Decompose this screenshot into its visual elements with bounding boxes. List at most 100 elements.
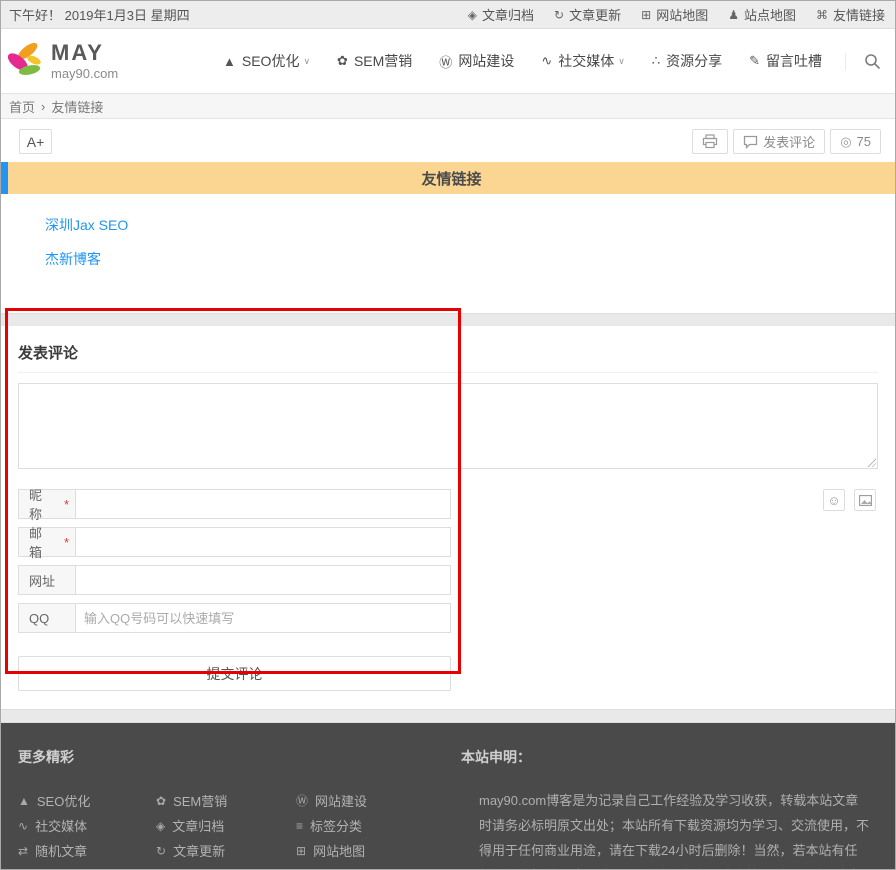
- footer-link-tags[interactable]: ≡ 标签分类: [296, 813, 446, 838]
- footer-link-sitemap[interactable]: ⊞ 网站地图: [296, 838, 446, 863]
- footer-notice-title: 本站申明：: [461, 747, 878, 767]
- nav-item-seo[interactable]: ▲ SEO优化 ∨: [223, 51, 310, 71]
- topbar: 下午好！ 2019年1月3日 星期四 ◈ 文章归档 ↻ 文章更新 ⊞ 网站地图 …: [1, 1, 895, 29]
- sitemap-icon: ⊞: [296, 844, 306, 858]
- field-label: 邮箱 *: [19, 528, 76, 556]
- post-comment-label: 发表评论: [763, 132, 815, 151]
- comment-form-fields: ☺ 昵称 * 邮箱 *: [18, 489, 878, 691]
- archive-icon: ◈: [156, 819, 165, 833]
- friend-link[interactable]: 深圳Jax SEO: [45, 215, 895, 235]
- website-input[interactable]: [76, 566, 450, 594]
- footer-link-label: 随机文章: [35, 841, 87, 860]
- sitemap-icon: ⊞: [641, 8, 651, 22]
- nav-item-share[interactable]: ∴ 资源分享: [652, 51, 722, 71]
- email-input[interactable]: [76, 528, 450, 556]
- footer-notice-text: may90.com博客是为记录自己工作经验及学习收获，转载本站文章时请务必标明原…: [479, 788, 869, 870]
- wordpress-icon: Ⓦ: [439, 52, 452, 71]
- footer-link-updates[interactable]: ↻ 文章更新: [156, 838, 296, 863]
- field-label-text: 网址: [29, 571, 55, 590]
- comment-textarea-wrap: [18, 383, 878, 469]
- nickname-input[interactable]: [76, 490, 450, 518]
- footer-link-label: 网站建设: [315, 791, 367, 810]
- footer-link-web-build[interactable]: Ⓦ 网站建设: [296, 788, 446, 813]
- section-divider: [1, 709, 895, 723]
- footer-link-label: 文章归档: [172, 816, 224, 835]
- comment-bubble-icon: [743, 135, 758, 149]
- share-nodes-icon: ∴: [652, 53, 660, 69]
- topbar-link-label: 友情链接: [833, 5, 885, 24]
- topbar-links: ◈ 文章归档 ↻ 文章更新 ⊞ 网站地图 ♟ 站点地图 ⌘ 友情链接: [468, 5, 885, 24]
- footer-link-sem[interactable]: ✿ SEM营销: [156, 788, 296, 813]
- bird-logo-icon: [7, 38, 43, 84]
- topbar-link-friend-links[interactable]: ⌘ 友情链接: [816, 5, 885, 24]
- smiley-icon: ☺: [827, 493, 840, 508]
- image-icon: [859, 495, 872, 506]
- section-divider: [1, 313, 895, 326]
- page-title: 友情链接: [421, 168, 481, 189]
- topbar-link-sitemap-xml[interactable]: ♟ 站点地图: [728, 5, 796, 24]
- submit-comment-button[interactable]: 提交评论: [18, 656, 451, 691]
- footer-link-label: 标签分类: [310, 816, 362, 835]
- friend-links-list: 深圳Jax SEO 杰新博客: [1, 194, 895, 269]
- footer-link-random[interactable]: ⇄ 随机文章: [18, 838, 156, 863]
- footer-more-title: 更多精彩: [18, 747, 461, 767]
- nav-label: 留言吐槽: [766, 51, 822, 71]
- print-button[interactable]: [692, 129, 728, 154]
- comment-form-title: 发表评论: [18, 342, 878, 373]
- social-wave-icon: ∿: [541, 53, 552, 69]
- search-button[interactable]: [845, 53, 881, 70]
- footer-links-block: 更多精彩 ▲ SEO优化 ✿ SEM营销 Ⓦ 网站建设 ∿ 社交媒体: [18, 747, 461, 870]
- nav-label: 资源分享: [666, 51, 722, 71]
- topbar-link-updates[interactable]: ↻ 文章更新: [554, 5, 621, 24]
- triangle-icon: ▲: [18, 794, 30, 808]
- topbar-link-sitemap[interactable]: ⊞ 网站地图: [641, 5, 708, 24]
- social-wave-icon: ∿: [18, 819, 28, 833]
- comment-textarea[interactable]: [18, 383, 878, 469]
- footer-link-seo[interactable]: ▲ SEO优化: [18, 788, 156, 813]
- emoji-button[interactable]: ☺: [823, 489, 845, 511]
- triangle-icon: ▲: [223, 54, 236, 69]
- breadcrumb-current: 友情链接: [51, 97, 103, 116]
- comment-section: 发表评论 ☺ 昵称 *: [1, 326, 895, 709]
- logo-text: MAY may90.com: [51, 41, 118, 80]
- eye-icon: ◎: [840, 134, 851, 150]
- footer-link-label: 文章更新: [173, 841, 225, 860]
- insert-image-button[interactable]: [854, 489, 876, 511]
- nav-item-message-board[interactable]: ✎ 留言吐槽: [749, 51, 822, 71]
- chevron-down-icon: ∨: [618, 56, 625, 67]
- field-label-text: 邮箱: [29, 523, 54, 561]
- footer-link-social[interactable]: ∿ 社交媒体: [18, 813, 156, 838]
- font-size-button[interactable]: A+: [19, 129, 52, 154]
- search-icon: [864, 53, 881, 70]
- page-title-banner: 友情链接: [1, 162, 895, 194]
- footer-link-archive[interactable]: ◈ 文章归档: [156, 813, 296, 838]
- friend-link[interactable]: 杰新博客: [45, 249, 895, 269]
- topbar-link-label: 网站地图: [656, 5, 708, 24]
- nav-item-sem[interactable]: ✿ SEM营销: [337, 51, 412, 71]
- nav-item-social[interactable]: ∿ 社交媒体 ∨: [541, 51, 625, 71]
- field-label: 昵称 *: [19, 490, 76, 518]
- site-logo[interactable]: MAY may90.com: [7, 38, 118, 84]
- footer-link-label: 社交媒体: [35, 816, 87, 835]
- nav-item-web-build[interactable]: Ⓦ 网站建设: [439, 51, 514, 71]
- wordpress-icon: Ⓦ: [296, 792, 308, 809]
- article-toolbar: A+ 发表评论 ◎ 75: [1, 129, 895, 154]
- required-asterisk: *: [64, 535, 69, 550]
- post-comment-button[interactable]: 发表评论: [733, 129, 825, 154]
- views-counter[interactable]: ◎ 75: [830, 129, 881, 154]
- update-icon: ↻: [554, 8, 564, 22]
- breadcrumb-home[interactable]: 首页: [9, 97, 35, 116]
- field-row-website: 网址: [18, 565, 451, 595]
- site-header: MAY may90.com ▲ SEO优化 ∨ ✿ SEM营销 Ⓦ 网站建设 ∿…: [1, 29, 895, 93]
- qq-input[interactable]: [76, 604, 450, 632]
- nav-label: SEO优化: [242, 51, 300, 71]
- gear-flower-icon: ✿: [337, 53, 348, 69]
- footer-link-label: SEM营销: [173, 791, 227, 810]
- field-row-nickname: 昵称 *: [18, 489, 451, 519]
- field-row-qq: QQ: [18, 603, 451, 633]
- topbar-link-archive[interactable]: ◈ 文章归档: [468, 5, 534, 24]
- footer-links-grid: ▲ SEO优化 ✿ SEM营销 Ⓦ 网站建设 ∿ 社交媒体 ◈ 文章归档: [18, 788, 461, 863]
- nav-label: 网站建设: [458, 51, 514, 71]
- printer-icon: [702, 134, 718, 149]
- breadcrumb-separator: ›: [41, 99, 45, 114]
